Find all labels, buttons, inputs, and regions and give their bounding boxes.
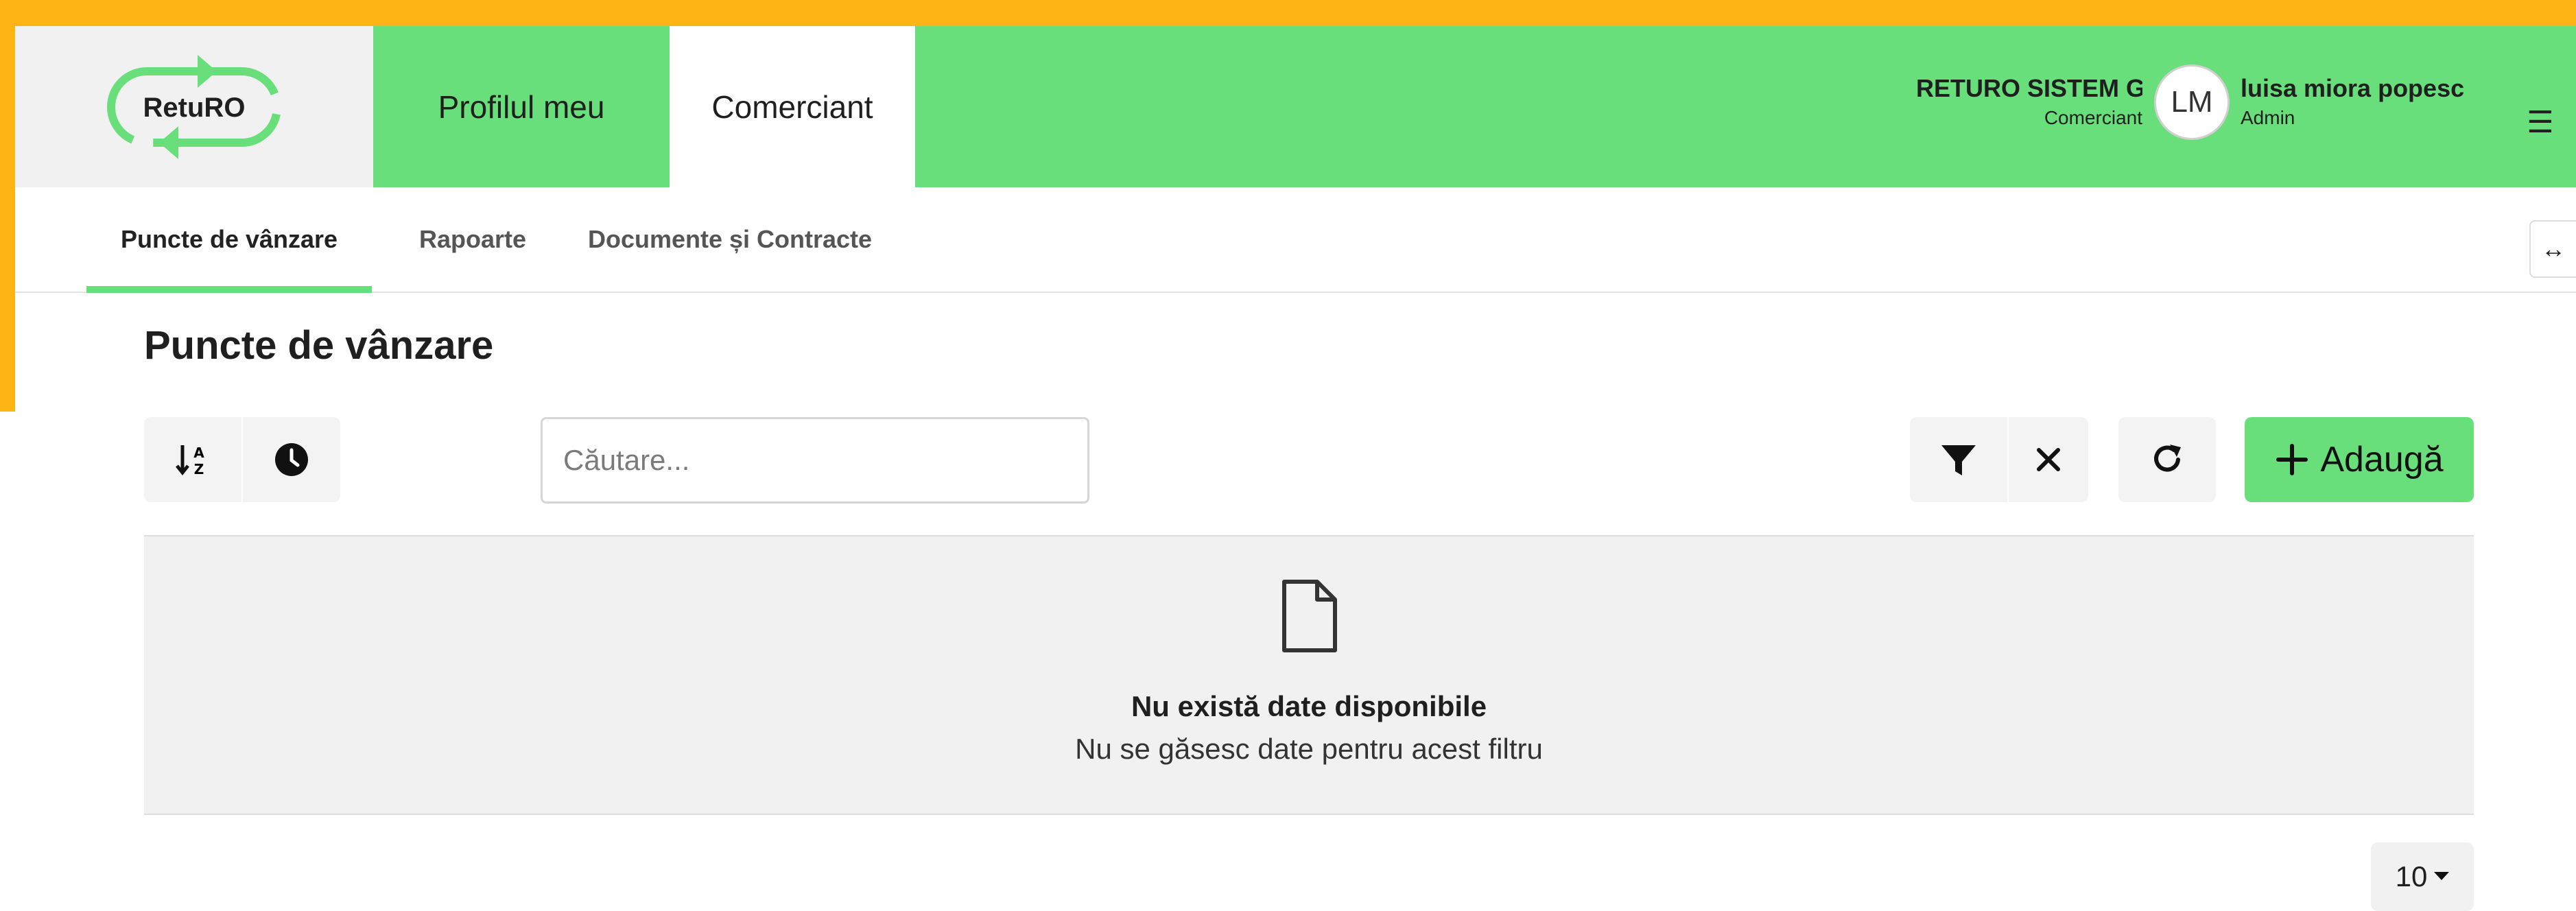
svg-text:Z: Z [194, 461, 204, 477]
file-icon [1282, 580, 1337, 652]
subtab-label: Rapoarte [418, 225, 527, 253]
filter-button[interactable] [1910, 417, 2007, 502]
accent-bar-left [0, 0, 15, 412]
user-info[interactable]: luisa miora popesc Admin [2241, 74, 2467, 129]
sort-alpha-icon: A Z [176, 445, 204, 477]
close-icon [2037, 448, 2060, 471]
svg-text:A: A [193, 445, 204, 461]
subtab-puncte-de-vanzare[interactable]: Puncte de vânzare [86, 187, 372, 293]
filter-icon [1941, 445, 1976, 475]
sort-button[interactable]: A Z [144, 417, 241, 502]
sub-navigation: Puncte de vânzare Rapoarte Documente și … [15, 187, 2576, 293]
company-role: Comerciant [2044, 107, 2142, 128]
refresh-group [2118, 417, 2216, 502]
svg-text:RetuRO: RetuRO [143, 93, 246, 123]
subtab-rapoarte[interactable]: Rapoarte [401, 187, 545, 292]
clear-filter-button[interactable] [2007, 417, 2088, 502]
expand-width-button[interactable]: ↔ [2529, 220, 2576, 278]
tab-label: Profilul meu [438, 88, 605, 125]
user-name: luisa miora popesc [2241, 74, 2465, 102]
refresh-button[interactable] [2118, 417, 2216, 502]
caret-down-icon [2434, 872, 2450, 880]
empty-state-title: Nu există date disponibile [1131, 690, 1487, 722]
top-header: RetuRO Profilul meu Comerciant RETURO SI… [15, 26, 2576, 187]
accent-bar-top [0, 0, 2576, 26]
page-size-select[interactable]: 10 [2371, 842, 2474, 911]
logo[interactable]: RetuRO [15, 26, 373, 187]
subtab-label: Documente și Contracte [587, 225, 873, 253]
expand-horizontal-icon: ↔ [2541, 235, 2566, 263]
history-button[interactable] [241, 417, 340, 502]
add-button-label: Adaugă [2320, 440, 2444, 480]
empty-state-panel: Nu există date disponibile Nu se găsesc … [144, 535, 2474, 815]
avatar-initials: LM [2171, 85, 2213, 119]
empty-state-subtitle: Nu se găsesc date pentru acest filtru [1075, 733, 1543, 765]
avatar[interactable]: LM [2154, 64, 2230, 140]
search-input[interactable] [541, 417, 1089, 504]
add-button[interactable]: Adaugă [2245, 417, 2474, 502]
clock-icon [275, 443, 308, 476]
refresh-icon [2154, 445, 2181, 472]
company-name: RETURO SISTEM G [1916, 74, 2142, 102]
tab-label: Comerciant [711, 88, 873, 125]
tab-comerciant[interactable]: Comerciant [670, 26, 915, 187]
filter-group [1910, 417, 2088, 502]
subtab-label: Puncte de vânzare [120, 225, 338, 253]
hamburger-icon[interactable]: ☰ [2520, 102, 2561, 143]
sort-history-group: A Z [144, 417, 340, 502]
subtab-documente-contracte[interactable]: Documente și Contracte [572, 187, 888, 292]
user-role: Admin [2241, 107, 2295, 128]
page-size-value: 10 [2395, 860, 2428, 892]
tab-profilul-meu[interactable]: Profilul meu [373, 26, 670, 187]
plus-icon [2276, 444, 2308, 475]
returo-logo-icon: RetuRO [107, 54, 281, 159]
page-title: Puncte de vânzare [144, 323, 494, 368]
company-switcher[interactable]: RETURO SISTEM G Comerciant [1916, 74, 2142, 129]
